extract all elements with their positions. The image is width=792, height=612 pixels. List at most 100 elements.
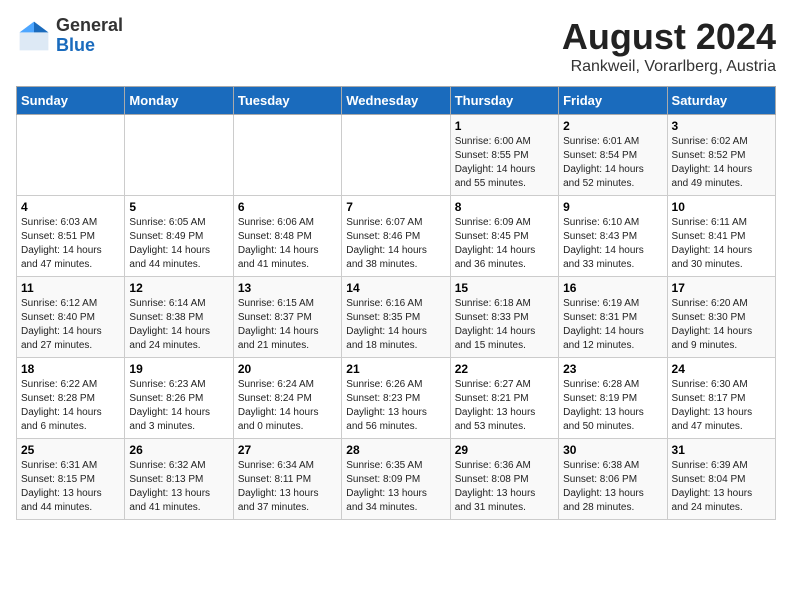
day-number: 8 bbox=[455, 200, 554, 214]
calendar-cell: 7 Sunrise: 6:07 AM Sunset: 8:46 PM Daylig… bbox=[342, 196, 450, 277]
main-title: August 2024 bbox=[562, 16, 776, 58]
day-number: 1 bbox=[455, 119, 554, 133]
header: General Blue August 2024 Rankweil, Vorar… bbox=[16, 16, 776, 76]
calendar-week-1: 1 Sunrise: 6:00 AM Sunset: 8:55 PM Daylig… bbox=[17, 115, 776, 196]
day-info: Sunrise: 6:16 AM Sunset: 8:35 PM Dayligh… bbox=[346, 297, 445, 353]
day-number: 24 bbox=[672, 362, 771, 376]
calendar-cell: 18 Sunrise: 6:22 AM Sunset: 8:28 PM Dayli… bbox=[17, 358, 125, 439]
day-number: 18 bbox=[21, 362, 120, 376]
day-number: 22 bbox=[455, 362, 554, 376]
calendar-week-4: 18 Sunrise: 6:22 AM Sunset: 8:28 PM Dayli… bbox=[17, 358, 776, 439]
logo-icon bbox=[16, 18, 52, 54]
calendar-cell: 22 Sunrise: 6:27 AM Sunset: 8:21 PM Dayli… bbox=[450, 358, 558, 439]
calendar-cell: 16 Sunrise: 6:19 AM Sunset: 8:31 PM Dayli… bbox=[559, 277, 667, 358]
day-info: Sunrise: 6:15 AM Sunset: 8:37 PM Dayligh… bbox=[238, 297, 337, 353]
day-number: 2 bbox=[563, 119, 662, 133]
day-number: 14 bbox=[346, 281, 445, 295]
calendar-cell: 21 Sunrise: 6:26 AM Sunset: 8:23 PM Dayli… bbox=[342, 358, 450, 439]
calendar-cell: 31 Sunrise: 6:39 AM Sunset: 8:04 PM Dayli… bbox=[667, 439, 775, 520]
day-info: Sunrise: 6:27 AM Sunset: 8:21 PM Dayligh… bbox=[455, 378, 554, 434]
day-info: Sunrise: 6:22 AM Sunset: 8:28 PM Dayligh… bbox=[21, 378, 120, 434]
day-number: 30 bbox=[563, 443, 662, 457]
day-number: 9 bbox=[563, 200, 662, 214]
day-info: Sunrise: 6:32 AM Sunset: 8:13 PM Dayligh… bbox=[129, 459, 228, 515]
calendar-cell: 14 Sunrise: 6:16 AM Sunset: 8:35 PM Dayli… bbox=[342, 277, 450, 358]
calendar-cell: 9 Sunrise: 6:10 AM Sunset: 8:43 PM Daylig… bbox=[559, 196, 667, 277]
day-number: 4 bbox=[21, 200, 120, 214]
day-info: Sunrise: 6:19 AM Sunset: 8:31 PM Dayligh… bbox=[563, 297, 662, 353]
day-info: Sunrise: 6:31 AM Sunset: 8:15 PM Dayligh… bbox=[21, 459, 120, 515]
day-info: Sunrise: 6:30 AM Sunset: 8:17 PM Dayligh… bbox=[672, 378, 771, 434]
calendar-cell: 30 Sunrise: 6:38 AM Sunset: 8:06 PM Dayli… bbox=[559, 439, 667, 520]
day-number: 10 bbox=[672, 200, 771, 214]
day-info: Sunrise: 6:11 AM Sunset: 8:41 PM Dayligh… bbox=[672, 216, 771, 272]
day-number: 21 bbox=[346, 362, 445, 376]
day-info: Sunrise: 6:03 AM Sunset: 8:51 PM Dayligh… bbox=[21, 216, 120, 272]
day-number: 25 bbox=[21, 443, 120, 457]
calendar-cell: 2 Sunrise: 6:01 AM Sunset: 8:54 PM Daylig… bbox=[559, 115, 667, 196]
calendar-week-5: 25 Sunrise: 6:31 AM Sunset: 8:15 PM Dayli… bbox=[17, 439, 776, 520]
day-number: 15 bbox=[455, 281, 554, 295]
day-number: 17 bbox=[672, 281, 771, 295]
day-info: Sunrise: 6:09 AM Sunset: 8:45 PM Dayligh… bbox=[455, 216, 554, 272]
calendar-cell: 5 Sunrise: 6:05 AM Sunset: 8:49 PM Daylig… bbox=[125, 196, 233, 277]
day-info: Sunrise: 6:26 AM Sunset: 8:23 PM Dayligh… bbox=[346, 378, 445, 434]
day-info: Sunrise: 6:23 AM Sunset: 8:26 PM Dayligh… bbox=[129, 378, 228, 434]
calendar-cell: 10 Sunrise: 6:11 AM Sunset: 8:41 PM Dayli… bbox=[667, 196, 775, 277]
col-friday: Friday bbox=[559, 87, 667, 115]
calendar-cell: 13 Sunrise: 6:15 AM Sunset: 8:37 PM Dayli… bbox=[233, 277, 341, 358]
calendar-cell: 20 Sunrise: 6:24 AM Sunset: 8:24 PM Dayli… bbox=[233, 358, 341, 439]
calendar-cell: 17 Sunrise: 6:20 AM Sunset: 8:30 PM Dayli… bbox=[667, 277, 775, 358]
day-number: 6 bbox=[238, 200, 337, 214]
day-info: Sunrise: 6:38 AM Sunset: 8:06 PM Dayligh… bbox=[563, 459, 662, 515]
col-thursday: Thursday bbox=[450, 87, 558, 115]
day-info: Sunrise: 6:05 AM Sunset: 8:49 PM Dayligh… bbox=[129, 216, 228, 272]
day-info: Sunrise: 6:24 AM Sunset: 8:24 PM Dayligh… bbox=[238, 378, 337, 434]
day-number: 13 bbox=[238, 281, 337, 295]
day-info: Sunrise: 6:36 AM Sunset: 8:08 PM Dayligh… bbox=[455, 459, 554, 515]
calendar-cell: 27 Sunrise: 6:34 AM Sunset: 8:11 PM Dayli… bbox=[233, 439, 341, 520]
day-number: 27 bbox=[238, 443, 337, 457]
day-info: Sunrise: 6:39 AM Sunset: 8:04 PM Dayligh… bbox=[672, 459, 771, 515]
day-info: Sunrise: 6:34 AM Sunset: 8:11 PM Dayligh… bbox=[238, 459, 337, 515]
day-number: 5 bbox=[129, 200, 228, 214]
header-row: Sunday Monday Tuesday Wednesday Thursday… bbox=[17, 87, 776, 115]
day-number: 26 bbox=[129, 443, 228, 457]
calendar-cell: 24 Sunrise: 6:30 AM Sunset: 8:17 PM Dayli… bbox=[667, 358, 775, 439]
calendar-week-2: 4 Sunrise: 6:03 AM Sunset: 8:51 PM Daylig… bbox=[17, 196, 776, 277]
day-number: 31 bbox=[672, 443, 771, 457]
calendar-cell: 1 Sunrise: 6:00 AM Sunset: 8:55 PM Daylig… bbox=[450, 115, 558, 196]
day-info: Sunrise: 6:07 AM Sunset: 8:46 PM Dayligh… bbox=[346, 216, 445, 272]
calendar-cell bbox=[125, 115, 233, 196]
day-info: Sunrise: 6:18 AM Sunset: 8:33 PM Dayligh… bbox=[455, 297, 554, 353]
calendar-cell: 23 Sunrise: 6:28 AM Sunset: 8:19 PM Dayli… bbox=[559, 358, 667, 439]
calendar-cell: 3 Sunrise: 6:02 AM Sunset: 8:52 PM Daylig… bbox=[667, 115, 775, 196]
day-info: Sunrise: 6:01 AM Sunset: 8:54 PM Dayligh… bbox=[563, 135, 662, 191]
calendar-cell: 8 Sunrise: 6:09 AM Sunset: 8:45 PM Daylig… bbox=[450, 196, 558, 277]
day-number: 11 bbox=[21, 281, 120, 295]
logo-text: General Blue bbox=[56, 16, 123, 56]
calendar-cell: 28Sunrise: 6:35 AM Sunset: 8:09 PM Dayli… bbox=[342, 439, 450, 520]
day-number: 12 bbox=[129, 281, 228, 295]
day-info: Sunrise: 6:00 AM Sunset: 8:55 PM Dayligh… bbox=[455, 135, 554, 191]
day-info: Sunrise: 6:28 AM Sunset: 8:19 PM Dayligh… bbox=[563, 378, 662, 434]
calendar-cell bbox=[17, 115, 125, 196]
day-info: Sunrise: 6:20 AM Sunset: 8:30 PM Dayligh… bbox=[672, 297, 771, 353]
day-info: Sunrise: 6:12 AM Sunset: 8:40 PM Dayligh… bbox=[21, 297, 120, 353]
calendar-table: Sunday Monday Tuesday Wednesday Thursday… bbox=[16, 86, 776, 520]
col-tuesday: Tuesday bbox=[233, 87, 341, 115]
day-number: 29 bbox=[455, 443, 554, 457]
col-sunday: Sunday bbox=[17, 87, 125, 115]
day-number: 23 bbox=[563, 362, 662, 376]
calendar-cell: 12Sunrise: 6:14 AM Sunset: 8:38 PM Dayli… bbox=[125, 277, 233, 358]
day-number: 3 bbox=[672, 119, 771, 133]
col-monday: Monday bbox=[125, 87, 233, 115]
day-number: 19 bbox=[129, 362, 228, 376]
day-number: 7 bbox=[346, 200, 445, 214]
day-number: 16 bbox=[563, 281, 662, 295]
day-info: Sunrise: 6:10 AM Sunset: 8:43 PM Dayligh… bbox=[563, 216, 662, 272]
day-info: Sunrise: 6:02 AM Sunset: 8:52 PM Dayligh… bbox=[672, 135, 771, 191]
day-number: 20 bbox=[238, 362, 337, 376]
calendar-cell: 11 Sunrise: 6:12 AM Sunset: 8:40 PM Dayli… bbox=[17, 277, 125, 358]
calendar-cell: 26 Sunrise: 6:32 AM Sunset: 8:13 PM Dayli… bbox=[125, 439, 233, 520]
